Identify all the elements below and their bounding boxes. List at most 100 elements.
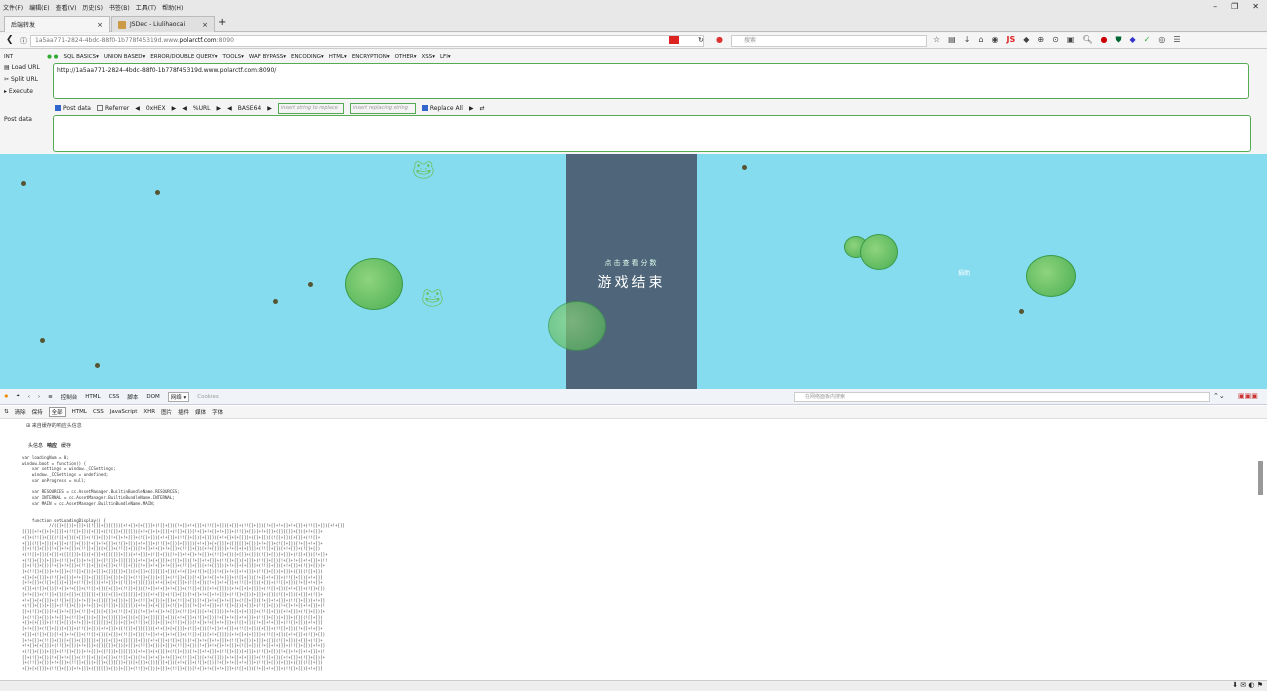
filter-images[interactable]: 图片	[161, 408, 172, 416]
tab-css[interactable]: CSS	[109, 394, 120, 400]
hex-decode-button[interactable]: ◀	[135, 105, 140, 112]
menu-encryption[interactable]: ENCRYPTION▾	[352, 54, 390, 60]
execute-button[interactable]: ▸ Execute	[4, 88, 33, 95]
devtools-close-icon[interactable]: ▣▣▣	[1238, 392, 1258, 400]
tab-script[interactable]: 脚本	[127, 393, 138, 401]
game-canvas[interactable]: 🐸︎ 🐸︎ 点击查看分数 游戏结束 捐助	[0, 154, 1267, 389]
int-select[interactable]: INT	[4, 54, 13, 60]
tab-dom[interactable]: DOM	[146, 394, 159, 400]
reload-icon[interactable]: ↻	[698, 36, 704, 44]
filter-xhr[interactable]: XHR	[143, 409, 155, 415]
home-icon[interactable]: ⌂	[978, 35, 983, 45]
menu-history[interactable]: 历史(S)	[82, 3, 103, 12]
network-search-input[interactable]: 在网络面板内搜索	[794, 392, 1210, 402]
menu-xss[interactable]: XSS▾	[421, 54, 435, 60]
extension-icon[interactable]: ▣	[1067, 35, 1075, 45]
close-tab-icon[interactable]: ×	[97, 21, 103, 29]
base64-encode-button[interactable]: ▶	[267, 105, 272, 112]
base64-decode-button[interactable]: ◀	[227, 105, 232, 112]
tab-jsdec[interactable]: JSDec - Liulihaocai ×	[111, 16, 215, 32]
js-icon[interactable]: JS	[1007, 35, 1016, 45]
menu-tools[interactable]: TOOLS▾	[223, 54, 244, 60]
url-decode-button[interactable]: ◀	[182, 105, 187, 112]
tab-html[interactable]: HTML	[85, 394, 100, 400]
devtools-dock-controls[interactable]: ⌃⌄	[1213, 392, 1225, 400]
close-tab-icon[interactable]: ×	[202, 21, 208, 29]
zoom-icon[interactable]: 🔍︎	[1082, 35, 1092, 45]
referrer-checkbox[interactable]: Referrer	[96, 105, 129, 112]
extension-icon[interactable]: ⊕	[1037, 35, 1044, 45]
new-tab-icon[interactable]: +	[218, 17, 226, 28]
post-data-checkbox[interactable]: Post data	[55, 105, 91, 112]
info-icon[interactable]: ⓘ	[20, 36, 27, 46]
forward-icon[interactable]: ›	[38, 394, 40, 400]
replace-string-input[interactable]: insert string to replace	[277, 102, 344, 114]
close-window-icon[interactable]: ✕	[1252, 2, 1259, 11]
address-bar[interactable]: 1a5aa771-2824-4bdc-88f0-1b778f45319d.www…	[30, 35, 704, 47]
search-input[interactable]: 搜索	[731, 35, 927, 47]
extension-icon[interactable]: ◆	[1130, 35, 1136, 45]
maximize-icon[interactable]: ❐	[1231, 2, 1238, 11]
filter-media[interactable]: 媒体	[195, 408, 206, 416]
menu-html[interactable]: HTML▾	[329, 54, 347, 60]
menu-sql-basics[interactable]: SQL BASICS▾	[63, 54, 98, 60]
filter-persist[interactable]: 保持	[32, 408, 43, 416]
split-url-button[interactable]: ✂ Split URL	[4, 76, 38, 83]
menu-edit[interactable]: 编辑(E)	[29, 3, 49, 12]
command-line-icon[interactable]: ≡	[48, 394, 53, 400]
extension-icon[interactable]: ●	[1101, 35, 1108, 45]
menu-file[interactable]: 文件(F)	[3, 3, 23, 12]
download-icon[interactable]: ↓	[964, 35, 971, 45]
replace-all-checkbox[interactable]: Replace All	[421, 105, 463, 112]
back-icon[interactable]: ‹	[28, 394, 30, 400]
account-icon[interactable]: ◎	[1158, 35, 1165, 45]
shield-icon[interactable]: ⛊	[1116, 35, 1122, 45]
url-encode-button[interactable]: ▶	[217, 105, 222, 112]
filter-plugins[interactable]: 插件	[178, 408, 189, 416]
library-icon[interactable]: ▤	[948, 35, 956, 45]
menu-encoding[interactable]: ENCODING▾	[291, 54, 324, 60]
subtab-response[interactable]: 响应	[47, 442, 57, 449]
donate-label[interactable]: 捐助	[958, 268, 970, 277]
tab-network[interactable]: 网络 ▾	[167, 391, 190, 402]
hex-encode-button[interactable]: ▶	[172, 105, 177, 112]
score-hint-link[interactable]: 点击查看分数	[566, 258, 697, 268]
menu-bookmarks[interactable]: 书签(B)	[109, 3, 130, 12]
filter-css[interactable]: CSS	[93, 409, 104, 415]
load-url-button[interactable]: ▤ Load URL	[4, 64, 40, 71]
subtab-cache[interactable]: 缓存	[61, 442, 71, 449]
replacing-string-input[interactable]: insert replacing string	[349, 102, 416, 114]
menu-union-based[interactable]: UNION BASED▾	[104, 54, 145, 60]
replace-apply-button[interactable]: ▶	[469, 105, 474, 112]
bookmark-star-icon[interactable]: ☆	[933, 35, 940, 45]
subtab-headers[interactable]: 头信息	[28, 442, 43, 449]
menu-tools[interactable]: 工具(T)	[136, 3, 156, 12]
back-icon[interactable]: ❮	[6, 35, 14, 45]
menu-view[interactable]: 查看(V)	[56, 3, 77, 12]
menu-waf-bypass[interactable]: WAF BYPASS▾	[249, 54, 286, 60]
firebug-icon[interactable]: ✹	[4, 394, 9, 400]
tab-cookies[interactable]: Cookies	[197, 394, 219, 400]
filter-clear[interactable]: 清除	[15, 408, 26, 416]
menu-help[interactable]: 帮助(H)	[162, 3, 183, 12]
tab-console[interactable]: 控制台	[61, 393, 78, 401]
cache-headers-toggle[interactable]: ⊞ 来自缓存的响应头信息	[26, 422, 82, 429]
tab-backend-forward[interactable]: 后端转发 ×	[4, 16, 110, 32]
vertical-scrollbar[interactable]	[1258, 461, 1263, 495]
addon-icon[interactable]: ◆	[1023, 35, 1029, 45]
extension-icon[interactable]: ◉	[992, 35, 999, 45]
minimize-icon[interactable]: –	[1213, 2, 1217, 11]
addon-icon[interactable]: ●	[716, 35, 723, 44]
filter-all[interactable]: 全部	[48, 407, 66, 417]
extension-icon[interactable]: ⊙	[1052, 35, 1059, 45]
menu-other[interactable]: OTHER▾	[395, 54, 417, 60]
replace-reverse-button[interactable]: ⇄	[480, 105, 485, 112]
extension-icon[interactable]: ✓	[1144, 35, 1151, 45]
menu-lfi[interactable]: LFI▾	[440, 54, 451, 60]
filter-fonts[interactable]: 字体	[212, 408, 223, 416]
menu-error-double-query[interactable]: ERROR/DOUBLE QUERY▾	[150, 54, 217, 60]
inspect-icon[interactable]: ⌖	[17, 393, 20, 400]
menu-icon[interactable]: ☰	[1173, 35, 1180, 45]
filter-html[interactable]: HTML	[72, 409, 87, 415]
post-data-textarea[interactable]	[53, 115, 1251, 152]
